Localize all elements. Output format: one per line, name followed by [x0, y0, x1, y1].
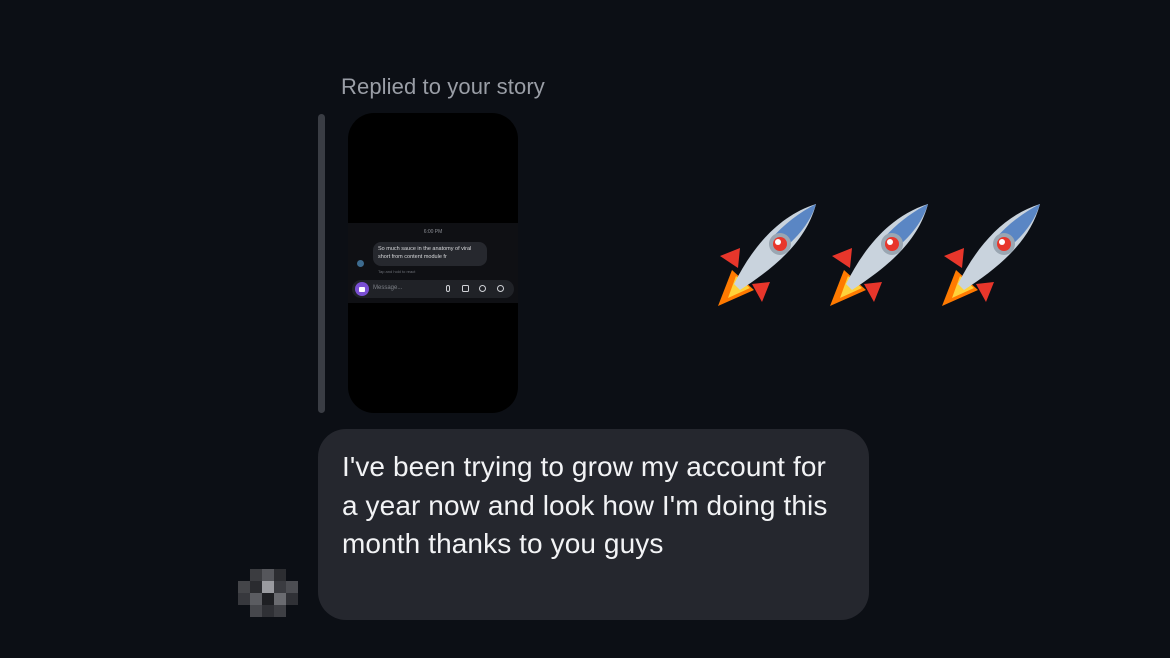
avatar[interactable] — [238, 569, 298, 617]
story-avatar — [357, 260, 364, 267]
story-screenshot: 6:00 PM So much sauce in the anatomy of … — [348, 223, 518, 303]
rocket-icon — [718, 204, 816, 306]
mic-icon — [446, 285, 450, 292]
story-message-bubble: So much sauce in the anatomy of viral sh… — [373, 242, 487, 266]
quote-bar — [318, 114, 325, 413]
story-tap-hint: Tap and hold to react — [378, 269, 416, 274]
rocket-icon — [830, 204, 928, 306]
image-icon — [462, 285, 469, 292]
story-message-input: Message... — [352, 280, 514, 298]
rocket-emoji-reaction — [712, 198, 1052, 310]
story-thumbnail[interactable]: 6:00 PM So much sauce in the anatomy of … — [348, 113, 518, 413]
add-icon — [497, 285, 504, 292]
camera-icon — [355, 282, 369, 296]
dm-conversation: Replied to your story 6:00 PM So much sa… — [0, 0, 1170, 658]
message-text: I've been trying to grow my account for … — [342, 451, 828, 559]
rocket-icon — [942, 204, 1040, 306]
story-time: 6:00 PM — [423, 229, 443, 235]
message-bubble[interactable]: I've been trying to grow my account for … — [318, 429, 869, 620]
reply-caption: Replied to your story — [341, 74, 545, 99]
sticker-icon — [479, 285, 486, 292]
story-input-placeholder: Message... — [373, 285, 403, 291]
